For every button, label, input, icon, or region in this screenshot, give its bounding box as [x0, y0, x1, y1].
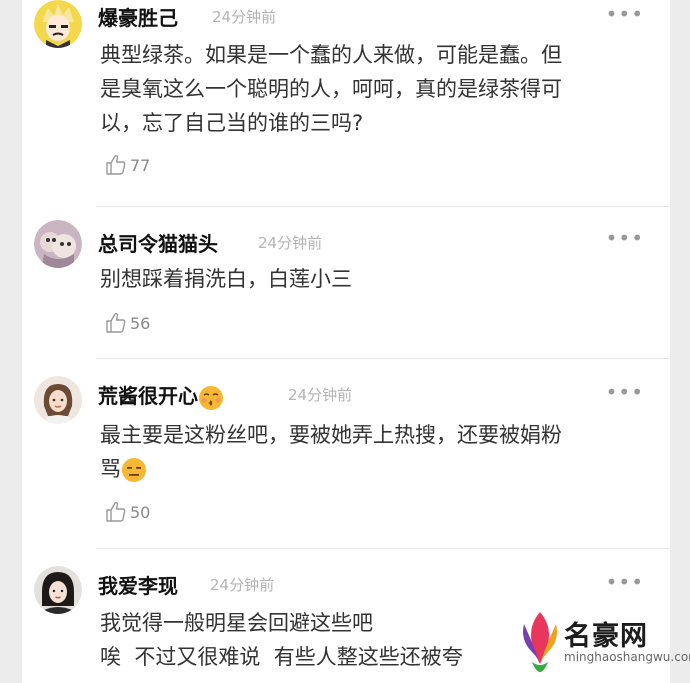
comment-line: 典型绿茶。如果是一个蠢的人来做，可能是蠢。但 — [100, 43, 562, 67]
watermark-url: minghaoshangwu.com — [564, 650, 690, 664]
watermark-logo-icon — [523, 612, 557, 672]
kiss-face-emoji-icon — [199, 385, 223, 410]
divider — [96, 548, 670, 549]
like-button[interactable]: 50 — [104, 500, 150, 524]
like-count: 77 — [130, 155, 151, 175]
comment-line-text: 骂 — [100, 457, 121, 481]
timestamp: 24分钟前 — [258, 234, 323, 252]
like-count: 50 — [130, 502, 151, 522]
timestamp: 24分钟前 — [212, 8, 277, 26]
like-button[interactable]: 56 — [104, 311, 150, 335]
more-options-icon[interactable]: ••• — [606, 570, 644, 594]
more-options-icon[interactable]: ••• — [606, 380, 644, 404]
comment-item: 总司令猫猫头 24分钟前 ••• 别想踩着捐洗白，白莲小三 56 — [22, 212, 670, 358]
comment-line: 以，忘了自己当的谁的三吗? — [100, 111, 364, 135]
timestamp: 24分钟前 — [288, 386, 353, 404]
username[interactable]: 荒酱很开心 — [98, 380, 224, 411]
more-options-icon[interactable]: ••• — [606, 2, 644, 26]
expressionless-face-emoji-icon — [122, 458, 146, 482]
username[interactable]: 爆豪胜己 — [98, 2, 178, 31]
anime-boy-avatar-icon — [34, 0, 82, 48]
cat-avatar-icon — [34, 220, 82, 268]
comment-text: 最主要是这粉丝吧，要被她弄上热搜，还要被娟粉 骂 — [100, 418, 650, 486]
timestamp: 24分钟前 — [210, 576, 275, 594]
comment-line: 别想踩着捐洗白，白莲小三 — [100, 267, 352, 291]
comment-item: 荒酱很开心 24分钟前 ••• 最主要是这粉丝吧，要被她弄上热搜，还要被娟粉 骂… — [22, 364, 670, 544]
username[interactable]: 我爱李现 — [98, 570, 178, 599]
avatar[interactable] — [34, 220, 82, 268]
divider — [96, 358, 670, 359]
comment-item: 爆豪胜己 24分钟前 ••• 典型绿茶。如果是一个蠢的人来做，可能是蠢。但 是臭… — [22, 0, 670, 206]
comment-text: 典型绿茶。如果是一个蠢的人来做，可能是蠢。但 是臭氧这么一个聪明的人，呵呵，真的… — [100, 38, 650, 140]
thumbs-up-icon — [106, 312, 126, 333]
watermark-title: 名豪网 — [564, 621, 648, 652]
divider — [96, 206, 670, 207]
more-options-icon[interactable]: ••• — [606, 226, 644, 250]
like-button[interactable]: 77 — [104, 153, 150, 177]
comment-line: 是臭氧这么一个聪明的人，呵呵，真的是绿茶得可 — [100, 77, 562, 101]
avatar[interactable] — [34, 0, 82, 48]
right-frame-strip — [670, 0, 690, 683]
comment-line: 骂 — [100, 452, 650, 486]
like-count: 56 — [130, 313, 151, 333]
thumbs-up-icon — [106, 154, 126, 175]
username-text: 荒酱很开心 — [98, 384, 198, 408]
avatar[interactable] — [34, 376, 82, 424]
site-watermark: 名豪网 minghaoshangwu.com — [514, 606, 690, 676]
username[interactable]: 总司令猫猫头 — [98, 228, 218, 257]
thumbs-up-icon — [106, 501, 126, 522]
avatar[interactable] — [34, 566, 82, 614]
left-frame-strip — [0, 0, 22, 683]
portrait-avatar-icon — [34, 566, 82, 614]
comment-line: 最主要是这粉丝吧，要被她弄上热搜，还要被娟粉 — [100, 423, 562, 447]
girl-avatar-icon — [34, 376, 82, 424]
comment-text: 别想踩着捐洗白，白莲小三 — [100, 262, 650, 296]
